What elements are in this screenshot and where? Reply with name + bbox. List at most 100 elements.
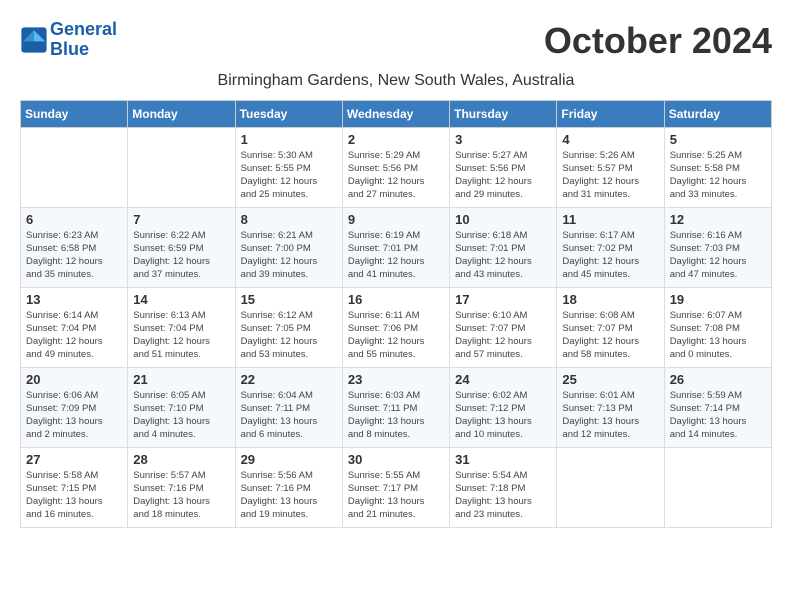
day-info: Sunrise: 6:22 AM Sunset: 6:59 PM Dayligh… bbox=[133, 229, 229, 282]
day-info: Sunrise: 6:05 AM Sunset: 7:10 PM Dayligh… bbox=[133, 389, 229, 442]
weekday-header-monday: Monday bbox=[128, 100, 235, 127]
day-info: Sunrise: 5:55 AM Sunset: 7:17 PM Dayligh… bbox=[348, 469, 444, 522]
day-number: 30 bbox=[348, 452, 444, 467]
calendar-cell: 27 Sunrise: 5:58 AM Sunset: 7:15 PM Dayli… bbox=[21, 447, 128, 527]
day-number: 3 bbox=[455, 132, 551, 147]
day-number: 14 bbox=[133, 292, 229, 307]
day-info: Sunrise: 6:13 AM Sunset: 7:04 PM Dayligh… bbox=[133, 309, 229, 362]
calendar-cell: 20Sunrise: 6:06 AM Sunset: 7:09 PM Dayli… bbox=[21, 367, 128, 447]
day-info: Sunrise: 6:04 AM Sunset: 7:11 PM Dayligh… bbox=[241, 389, 337, 442]
day-number: 18 bbox=[562, 292, 658, 307]
day-info: Sunrise: 5:59 AM Sunset: 7:14 PM Dayligh… bbox=[670, 389, 766, 442]
calendar-cell: 30 Sunrise: 5:55 AM Sunset: 7:17 PM Dayli… bbox=[342, 447, 449, 527]
day-number: 11 bbox=[562, 212, 658, 227]
logo: General Blue bbox=[20, 20, 117, 60]
day-info: Sunrise: 6:21 AM Sunset: 7:00 PM Dayligh… bbox=[241, 229, 337, 282]
calendar-subtitle: Birmingham Gardens, New South Wales, Aus… bbox=[20, 72, 772, 90]
weekday-header-row: SundayMondayTuesdayWednesdayThursdayFrid… bbox=[21, 100, 772, 127]
day-info: Sunrise: 5:27 AM Sunset: 5:56 PM Dayligh… bbox=[455, 149, 551, 202]
logo-icon bbox=[20, 26, 48, 54]
day-info: Sunrise: 6:11 AM Sunset: 7:06 PM Dayligh… bbox=[348, 309, 444, 362]
calendar-cell bbox=[21, 127, 128, 207]
day-number: 22 bbox=[241, 372, 337, 387]
day-number: 17 bbox=[455, 292, 551, 307]
day-number: 2 bbox=[348, 132, 444, 147]
calendar-cell: 16 Sunrise: 6:11 AM Sunset: 7:06 PM Dayli… bbox=[342, 287, 449, 367]
day-info: Sunrise: 6:10 AM Sunset: 7:07 PM Dayligh… bbox=[455, 309, 551, 362]
calendar-cell: 31 Sunrise: 5:54 AM Sunset: 7:18 PM Dayli… bbox=[450, 447, 557, 527]
day-info: Sunrise: 6:18 AM Sunset: 7:01 PM Dayligh… bbox=[455, 229, 551, 282]
calendar-cell: 15 Sunrise: 6:12 AM Sunset: 7:05 PM Dayli… bbox=[235, 287, 342, 367]
day-info: Sunrise: 6:06 AM Sunset: 7:09 PM Dayligh… bbox=[26, 389, 122, 442]
day-info: Sunrise: 5:26 AM Sunset: 5:57 PM Dayligh… bbox=[562, 149, 658, 202]
calendar-cell: 17 Sunrise: 6:10 AM Sunset: 7:07 PM Dayli… bbox=[450, 287, 557, 367]
day-info: Sunrise: 6:16 AM Sunset: 7:03 PM Dayligh… bbox=[670, 229, 766, 282]
day-info: Sunrise: 6:23 AM Sunset: 6:58 PM Dayligh… bbox=[26, 229, 122, 282]
day-info: Sunrise: 6:19 AM Sunset: 7:01 PM Dayligh… bbox=[348, 229, 444, 282]
week-row-1: 1Sunrise: 5:30 AM Sunset: 5:55 PM Daylig… bbox=[21, 127, 772, 207]
day-number: 12 bbox=[670, 212, 766, 227]
day-number: 5 bbox=[670, 132, 766, 147]
day-number: 9 bbox=[348, 212, 444, 227]
day-info: Sunrise: 5:29 AM Sunset: 5:56 PM Dayligh… bbox=[348, 149, 444, 202]
day-number: 6 bbox=[26, 212, 122, 227]
weekday-header-friday: Friday bbox=[557, 100, 664, 127]
day-number: 26 bbox=[670, 372, 766, 387]
day-info: Sunrise: 5:54 AM Sunset: 7:18 PM Dayligh… bbox=[455, 469, 551, 522]
week-row-3: 13 Sunrise: 6:14 AM Sunset: 7:04 PM Dayli… bbox=[21, 287, 772, 367]
day-info: Sunrise: 5:56 AM Sunset: 7:16 PM Dayligh… bbox=[241, 469, 337, 522]
calendar-cell: 8 Sunrise: 6:21 AM Sunset: 7:00 PM Daylig… bbox=[235, 207, 342, 287]
calendar-cell: 2 Sunrise: 5:29 AM Sunset: 5:56 PM Daylig… bbox=[342, 127, 449, 207]
calendar-cell: 3 Sunrise: 5:27 AM Sunset: 5:56 PM Daylig… bbox=[450, 127, 557, 207]
calendar-cell: 25 Sunrise: 6:01 AM Sunset: 7:13 PM Dayli… bbox=[557, 367, 664, 447]
calendar-cell: 26 Sunrise: 5:59 AM Sunset: 7:14 PM Dayli… bbox=[664, 367, 771, 447]
day-number: 13 bbox=[26, 292, 122, 307]
day-info: Sunrise: 6:17 AM Sunset: 7:02 PM Dayligh… bbox=[562, 229, 658, 282]
week-row-5: 27 Sunrise: 5:58 AM Sunset: 7:15 PM Dayli… bbox=[21, 447, 772, 527]
month-title: October 2024 bbox=[544, 20, 772, 62]
calendar-cell: 12 Sunrise: 6:16 AM Sunset: 7:03 PM Dayli… bbox=[664, 207, 771, 287]
day-number: 16 bbox=[348, 292, 444, 307]
day-number: 19 bbox=[670, 292, 766, 307]
calendar-cell: 7 Sunrise: 6:22 AM Sunset: 6:59 PM Daylig… bbox=[128, 207, 235, 287]
day-number: 7 bbox=[133, 212, 229, 227]
day-info: Sunrise: 6:03 AM Sunset: 7:11 PM Dayligh… bbox=[348, 389, 444, 442]
weekday-header-saturday: Saturday bbox=[664, 100, 771, 127]
day-info: Sunrise: 6:08 AM Sunset: 7:07 PM Dayligh… bbox=[562, 309, 658, 362]
weekday-header-thursday: Thursday bbox=[450, 100, 557, 127]
day-info: Sunrise: 6:12 AM Sunset: 7:05 PM Dayligh… bbox=[241, 309, 337, 362]
calendar-cell: 29 Sunrise: 5:56 AM Sunset: 7:16 PM Dayli… bbox=[235, 447, 342, 527]
week-row-4: 20Sunrise: 6:06 AM Sunset: 7:09 PM Dayli… bbox=[21, 367, 772, 447]
day-number: 24 bbox=[455, 372, 551, 387]
calendar-cell: 21 Sunrise: 6:05 AM Sunset: 7:10 PM Dayli… bbox=[128, 367, 235, 447]
day-info: Sunrise: 5:58 AM Sunset: 7:15 PM Dayligh… bbox=[26, 469, 122, 522]
day-number: 28 bbox=[133, 452, 229, 467]
calendar-cell: 10 Sunrise: 6:18 AM Sunset: 7:01 PM Dayli… bbox=[450, 207, 557, 287]
day-info: Sunrise: 6:02 AM Sunset: 7:12 PM Dayligh… bbox=[455, 389, 551, 442]
day-info: Sunrise: 5:57 AM Sunset: 7:16 PM Dayligh… bbox=[133, 469, 229, 522]
calendar-cell: 4Sunrise: 5:26 AM Sunset: 5:57 PM Daylig… bbox=[557, 127, 664, 207]
day-info: Sunrise: 6:01 AM Sunset: 7:13 PM Dayligh… bbox=[562, 389, 658, 442]
day-number: 15 bbox=[241, 292, 337, 307]
week-row-2: 6 Sunrise: 6:23 AM Sunset: 6:58 PM Daylig… bbox=[21, 207, 772, 287]
day-number: 29 bbox=[241, 452, 337, 467]
day-number: 27 bbox=[26, 452, 122, 467]
day-number: 31 bbox=[455, 452, 551, 467]
calendar-cell bbox=[128, 127, 235, 207]
calendar-cell: 5 Sunrise: 5:25 AM Sunset: 5:58 PM Daylig… bbox=[664, 127, 771, 207]
day-info: Sunrise: 6:14 AM Sunset: 7:04 PM Dayligh… bbox=[26, 309, 122, 362]
calendar-cell: 24 Sunrise: 6:02 AM Sunset: 7:12 PM Dayli… bbox=[450, 367, 557, 447]
day-number: 1 bbox=[241, 132, 337, 147]
day-number: 8 bbox=[241, 212, 337, 227]
calendar-cell: 6 Sunrise: 6:23 AM Sunset: 6:58 PM Daylig… bbox=[21, 207, 128, 287]
day-number: 21 bbox=[133, 372, 229, 387]
day-info: Sunrise: 5:25 AM Sunset: 5:58 PM Dayligh… bbox=[670, 149, 766, 202]
calendar-cell bbox=[557, 447, 664, 527]
day-number: 25 bbox=[562, 372, 658, 387]
day-number: 10 bbox=[455, 212, 551, 227]
calendar-table: SundayMondayTuesdayWednesdayThursdayFrid… bbox=[20, 100, 772, 528]
weekday-header-sunday: Sunday bbox=[21, 100, 128, 127]
weekday-header-wednesday: Wednesday bbox=[342, 100, 449, 127]
calendar-cell: 1Sunrise: 5:30 AM Sunset: 5:55 PM Daylig… bbox=[235, 127, 342, 207]
calendar-cell: 13 Sunrise: 6:14 AM Sunset: 7:04 PM Dayli… bbox=[21, 287, 128, 367]
